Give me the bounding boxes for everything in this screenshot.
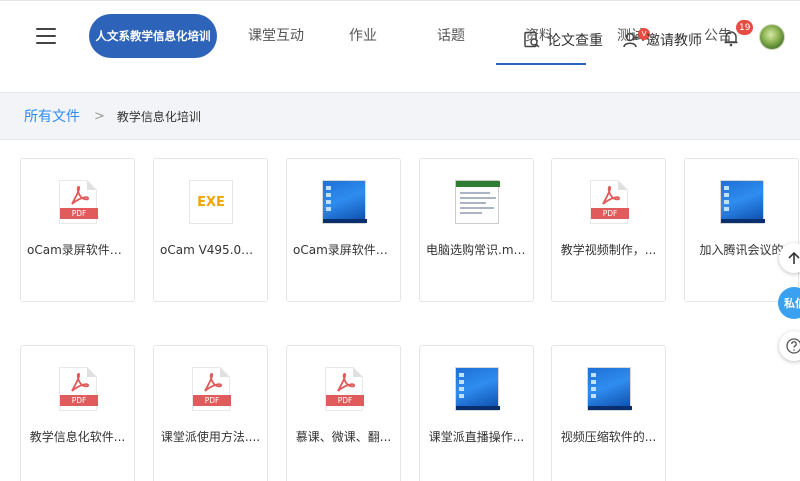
tab-topics[interactable]: 话题	[437, 25, 465, 45]
web-thumbnail-icon	[455, 180, 500, 224]
user-avatar[interactable]	[759, 24, 785, 50]
tab-homework[interactable]: 作业	[349, 25, 377, 45]
file-name: 教学信息化软件...	[29, 430, 126, 444]
file-name: 课堂派使用方法....	[160, 430, 261, 444]
file-card[interactable]: PDF 课堂派使用方法....	[153, 345, 268, 481]
paper-check-button[interactable]: 论文查重	[523, 30, 603, 50]
file-name: 慕课、微课、翻...	[295, 430, 392, 444]
file-grid: PDF oCam录屏软件，... EXE oCam V495.0去广... oC…	[0, 140, 800, 481]
invite-teacher-label: 邀请教师	[646, 33, 702, 49]
breadcrumb: 所有文件 > 教学信息化培训	[0, 92, 800, 140]
file-card[interactable]: 电脑选购常识.mp...	[419, 158, 534, 302]
add-user-icon	[623, 32, 639, 48]
active-tab-indicator	[496, 63, 586, 65]
file-card[interactable]: 加入腾讯会议的	[684, 158, 799, 302]
notification-count-badge: 19	[736, 20, 754, 35]
file-name: 教学视频制作，...	[560, 243, 657, 257]
file-card[interactable]: PDF oCam录屏软件，...	[20, 158, 135, 302]
video-thumbnail-icon	[322, 180, 367, 224]
exe-file-icon: EXE	[189, 180, 233, 224]
help-icon	[786, 338, 800, 354]
breadcrumb-separator: >	[94, 108, 105, 124]
pdf-file-icon: PDF	[587, 180, 631, 224]
course-name-pill[interactable]: 人文系教学信息化培训	[89, 14, 217, 58]
breadcrumb-current: 教学信息化培训	[116, 109, 201, 124]
pdf-file-icon: PDF	[322, 367, 366, 411]
hamburger-menu-icon[interactable]	[36, 28, 56, 44]
video-thumbnail-icon	[720, 180, 765, 224]
file-card[interactable]: PDF 教学视频制作，...	[551, 158, 666, 302]
pdf-file-icon: PDF	[56, 367, 100, 411]
video-thumbnail-icon	[455, 367, 500, 411]
file-card[interactable]: oCam录屏软件的...	[286, 158, 401, 302]
paper-check-icon	[524, 31, 540, 48]
video-thumbnail-icon	[587, 367, 632, 411]
pdf-file-icon: PDF	[56, 180, 100, 224]
file-name: 课堂派直播操作...	[428, 430, 525, 444]
tab-classroom-interaction[interactable]: 课堂互动	[248, 25, 304, 45]
pdf-file-icon: PDF	[189, 367, 233, 411]
arrow-up-icon	[788, 251, 800, 264]
file-name: 视频压缩软件的...	[560, 430, 657, 444]
file-card[interactable]: PDF 教学信息化软件...	[20, 345, 135, 481]
invite-teacher-button[interactable]: 邀请教师	[622, 30, 702, 50]
file-name: oCam V495.0去广...	[160, 243, 267, 257]
paper-check-label: 论文查重	[547, 33, 603, 49]
file-name: 电脑选购常识.mp...	[426, 243, 533, 257]
breadcrumb-root-link[interactable]: 所有文件	[24, 106, 80, 126]
top-header: 人文系教学信息化培训 课堂互动 作业 话题 资料 测试 公告 V 论文查重 邀请…	[0, 0, 800, 92]
file-card[interactable]: PDF 慕课、微课、翻...	[286, 345, 401, 481]
file-name: oCam录屏软件的...	[293, 243, 400, 257]
file-name: oCam录屏软件，...	[27, 243, 134, 257]
file-card[interactable]: 课堂派直播操作...	[419, 345, 534, 481]
file-card[interactable]: EXE oCam V495.0去广...	[153, 158, 268, 302]
file-card[interactable]: 视频压缩软件的...	[551, 345, 666, 481]
